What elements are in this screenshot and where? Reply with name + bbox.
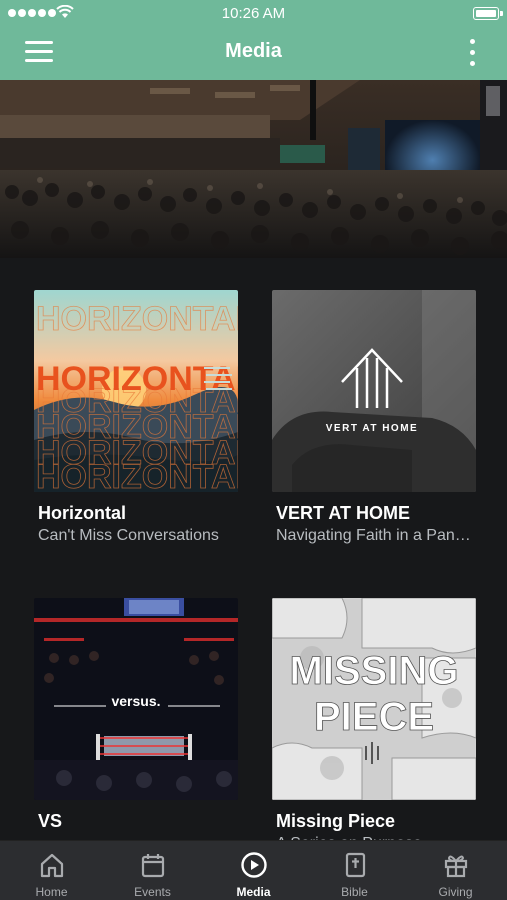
svg-text:HORIZONTAL: HORIZONTAL	[36, 458, 238, 492]
nav-bar: Media	[0, 26, 507, 80]
series-artwork[interactable]: MISSING PIECE	[272, 598, 476, 800]
series-title: VS	[38, 811, 63, 831]
tab-label: Home	[35, 885, 68, 899]
tab-label: Media	[236, 885, 271, 899]
series-artwork[interactable]: versus.	[34, 598, 238, 800]
home-icon	[40, 853, 64, 878]
bible-icon	[345, 852, 366, 878]
play-circle-icon	[241, 852, 267, 878]
page-title: Media	[225, 40, 282, 62]
more-options-button[interactable]	[467, 39, 477, 67]
series-title: VERT AT HOME	[276, 503, 410, 523]
calendar-icon	[141, 854, 165, 878]
status-bar: 10:26 AM	[0, 0, 507, 26]
svg-text:PIECE: PIECE	[314, 695, 434, 739]
series-subtitle: Navigating Faith in a Pandemic	[276, 527, 476, 544]
svg-text:versus.: versus.	[111, 693, 160, 709]
tab-label: Events	[134, 885, 171, 899]
series-title: Horizontal	[38, 503, 126, 523]
tab-label: Giving	[438, 885, 473, 899]
svg-text:HORIZONTAL: HORIZONTAL	[36, 300, 238, 338]
battery-icon	[473, 7, 503, 20]
status-time: 10:26 AM	[221, 5, 286, 22]
tab-bible[interactable]: Bible	[304, 841, 405, 900]
svg-text:VERT AT HOME: VERT AT HOME	[326, 423, 418, 434]
tab-giving[interactable]: Giving	[405, 841, 506, 900]
tab-label: Bible	[341, 885, 368, 899]
series-title: Missing Piece	[276, 811, 396, 831]
series-subtitle: Can't Miss Conversations	[38, 527, 219, 544]
hero-image	[0, 80, 507, 258]
series-artwork[interactable]: VERT AT HOME	[272, 290, 476, 492]
tab-home[interactable]: Home	[1, 841, 102, 900]
svg-text:MISSING: MISSING	[290, 649, 459, 693]
svg-text:HORIZONTAL: HORIZONTAL	[36, 360, 238, 398]
tab-events[interactable]: Events	[102, 841, 203, 900]
tab-bar: Home Events Media Bible Giving	[0, 840, 507, 900]
tab-media[interactable]: Media	[203, 841, 304, 900]
series-artwork[interactable]: HORIZONTAL HORIZONTAL HORIZONTAL HORIZON…	[34, 290, 238, 492]
gift-icon	[444, 855, 468, 878]
